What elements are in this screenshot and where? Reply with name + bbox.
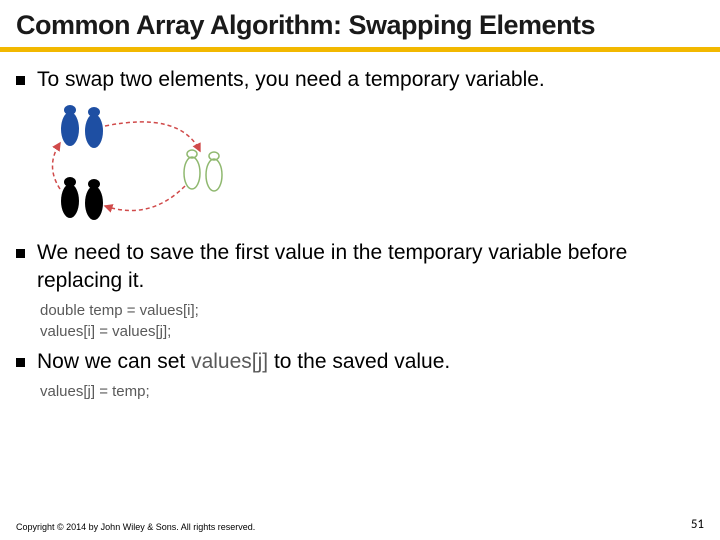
bullet-marker	[16, 76, 25, 85]
bullet-2: We need to save the first value in the t…	[16, 239, 704, 294]
bullet-marker	[16, 249, 25, 258]
bullet-3: Now we can set values[j] to the saved va…	[16, 348, 704, 375]
code-line: double temp = values[i];	[40, 300, 704, 321]
bullet-text-pre: Now we can set	[37, 350, 191, 373]
copyright-text: Copyright © 2014 by John Wiley & Sons. A…	[16, 522, 255, 532]
bullet-text: To swap two elements, you need a tempora…	[37, 66, 545, 93]
inline-code: values[j]	[191, 350, 268, 373]
bullet-marker	[16, 358, 25, 367]
bullet-1: To swap two elements, you need a tempora…	[16, 66, 704, 93]
code-line: values[j] = temp;	[40, 381, 704, 402]
slide-footer: Copyright © 2014 by John Wiley & Sons. A…	[16, 517, 704, 532]
bullet-text: We need to save the first value in the t…	[37, 239, 704, 294]
code-block-1: double temp = values[i]; values[i] = val…	[40, 300, 704, 342]
bullet-text-post: to the saved value.	[268, 350, 450, 373]
code-block-2: values[j] = temp;	[40, 381, 704, 402]
code-line: values[i] = values[j];	[40, 321, 704, 342]
slide-title: Common Array Algorithm: Swapping Element…	[0, 0, 720, 45]
slide-content: To swap two elements, you need a tempora…	[0, 52, 720, 402]
bullet-text: Now we can set values[j] to the saved va…	[37, 348, 450, 375]
footprint-diagram	[40, 101, 280, 231]
page-number: 51	[691, 517, 704, 532]
